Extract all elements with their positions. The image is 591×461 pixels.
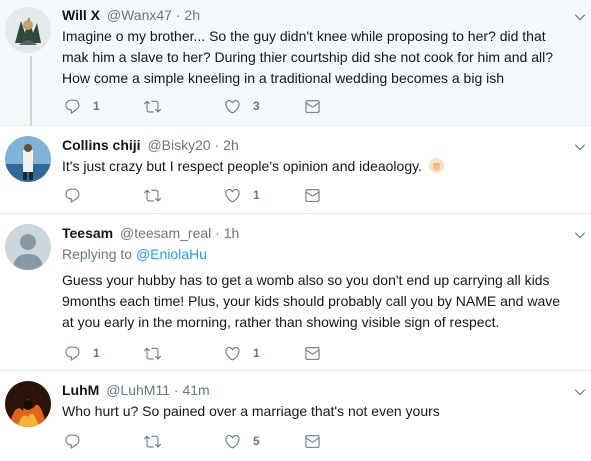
reply-button[interactable] — [64, 431, 81, 451]
text-line: at you early in the morning, rather than… — [62, 314, 500, 330]
raised-fist-emoji — [428, 157, 445, 174]
avatar[interactable] — [5, 381, 51, 427]
like-button[interactable]: 5 — [224, 431, 260, 451]
tweet-text: Guess your hubby has to get a womb also … — [62, 270, 569, 333]
envelope-icon — [304, 345, 321, 362]
like-count: 1 — [253, 188, 260, 202]
text-line: Imagine o my brother... So the guy didn'… — [62, 28, 546, 44]
reply-button[interactable] — [64, 185, 81, 205]
chevron-down-icon[interactable] — [573, 140, 587, 154]
tweet-text: Who hurt u? So pained over a marriage th… — [62, 401, 569, 422]
tweet-header: LuhM @LuhM11 · 41m — [62, 381, 569, 399]
separator: · — [175, 7, 181, 23]
tweet-header: Will X @Wanx47 · 2h — [62, 6, 569, 24]
heart-icon — [224, 345, 241, 362]
tweet[interactable]: Collins chiji @Bisky20 · 2h It's just cr… — [0, 126, 591, 214]
envelope-icon — [304, 98, 321, 115]
reply-button[interactable]: 1 — [64, 343, 100, 363]
tweet-actions: 1 1 — [62, 343, 342, 363]
retweet-icon — [144, 187, 161, 204]
timestamp[interactable]: 2h — [223, 137, 239, 153]
text-line: Who hurt u? So pained over a marriage th… — [62, 403, 440, 419]
like-count: 5 — [253, 434, 260, 448]
chevron-down-icon[interactable] — [573, 385, 587, 399]
display-name[interactable]: LuhM — [62, 382, 99, 398]
separator: · — [214, 137, 220, 153]
user-handle[interactable]: @Wanx47 — [107, 7, 172, 23]
reply-count: 1 — [93, 346, 100, 360]
avatar-image — [5, 381, 51, 427]
user-handle[interactable]: @Bisky20 — [147, 137, 210, 153]
timestamp[interactable]: 41m — [182, 382, 209, 398]
text-line: Guess your hubby has to get a womb also … — [62, 272, 550, 288]
envelope-icon — [304, 433, 321, 450]
tweet-actions: 5 — [62, 431, 342, 451]
retweet-button[interactable] — [144, 343, 161, 363]
tweet[interactable]: Teesam @teesam_real · 1h Replying to @En… — [0, 214, 591, 371]
timestamp[interactable]: 1h — [224, 225, 240, 241]
reply-icon — [64, 345, 81, 362]
replying-to: Replying to @EniolaHu — [62, 244, 569, 264]
replying-to-user-link[interactable]: @EniolaHu — [136, 246, 207, 262]
text-line: 9months each time! Plus, your kids shoul… — [62, 293, 561, 309]
reply-icon — [64, 98, 81, 115]
replying-to-label: Replying to — [62, 246, 133, 262]
avatar[interactable] — [5, 224, 51, 270]
avatar-image — [5, 136, 51, 182]
retweet-icon — [144, 345, 161, 362]
tweet-header: Teesam @teesam_real · 1h — [62, 224, 569, 242]
tweet[interactable]: LuhM @LuhM11 · 41m Who hurt u? So pained… — [0, 371, 591, 461]
tweet-text: It's just crazy but I respect people's o… — [62, 156, 569, 177]
tweet-actions: 1 — [62, 185, 342, 205]
chevron-down-icon[interactable] — [573, 10, 587, 24]
avatar-image — [5, 7, 51, 53]
retweet-button[interactable] — [144, 431, 161, 451]
like-button[interactable]: 1 — [224, 185, 260, 205]
retweet-icon — [144, 433, 161, 450]
direct-message-button[interactable] — [304, 343, 321, 363]
retweet-button[interactable] — [144, 185, 161, 205]
avatar[interactable] — [5, 7, 51, 53]
reply-button[interactable]: 1 — [64, 96, 100, 116]
separator: · — [215, 225, 220, 241]
tweet-text: Imagine o my brother... So the guy didn'… — [62, 26, 569, 89]
heart-icon — [224, 98, 241, 115]
envelope-icon — [304, 187, 321, 204]
tweet-header: Collins chiji @Bisky20 · 2h — [62, 136, 569, 154]
display-name[interactable]: Teesam — [62, 225, 113, 241]
chevron-down-icon[interactable] — [573, 228, 587, 242]
avatar[interactable] — [5, 136, 51, 182]
heart-icon — [224, 433, 241, 450]
user-handle[interactable]: @LuhM11 — [106, 382, 170, 398]
reply-icon — [64, 187, 81, 204]
thread-line — [30, 56, 32, 126]
display-name[interactable]: Collins chiji — [62, 137, 141, 153]
direct-message-button[interactable] — [304, 96, 321, 116]
retweet-button[interactable] — [144, 96, 161, 116]
like-count: 3 — [253, 99, 260, 113]
heart-icon — [224, 187, 241, 204]
retweet-icon — [144, 98, 161, 115]
text-line: How come a simple kneeling in a traditio… — [62, 70, 505, 86]
user-handle[interactable]: @teesam_real — [120, 225, 211, 241]
separator: · — [173, 382, 179, 398]
reply-icon — [64, 433, 81, 450]
direct-message-button[interactable] — [304, 185, 321, 205]
like-count: 1 — [253, 346, 260, 360]
like-button[interactable]: 1 — [224, 343, 260, 363]
default-avatar-icon — [5, 224, 51, 270]
like-button[interactable]: 3 — [224, 96, 260, 116]
direct-message-button[interactable] — [304, 431, 321, 451]
text-line: It's just crazy but I respect people's o… — [62, 158, 422, 174]
display-name[interactable]: Will X — [62, 7, 100, 23]
tweet-actions: 1 3 — [62, 96, 342, 116]
reply-count: 1 — [93, 99, 100, 113]
tweet[interactable]: Will X @Wanx47 · 2h Imagine o my brother… — [0, 0, 591, 126]
timestamp[interactable]: 2h — [184, 7, 200, 23]
text-line: mak him a slave to her? During thier cou… — [62, 49, 554, 65]
